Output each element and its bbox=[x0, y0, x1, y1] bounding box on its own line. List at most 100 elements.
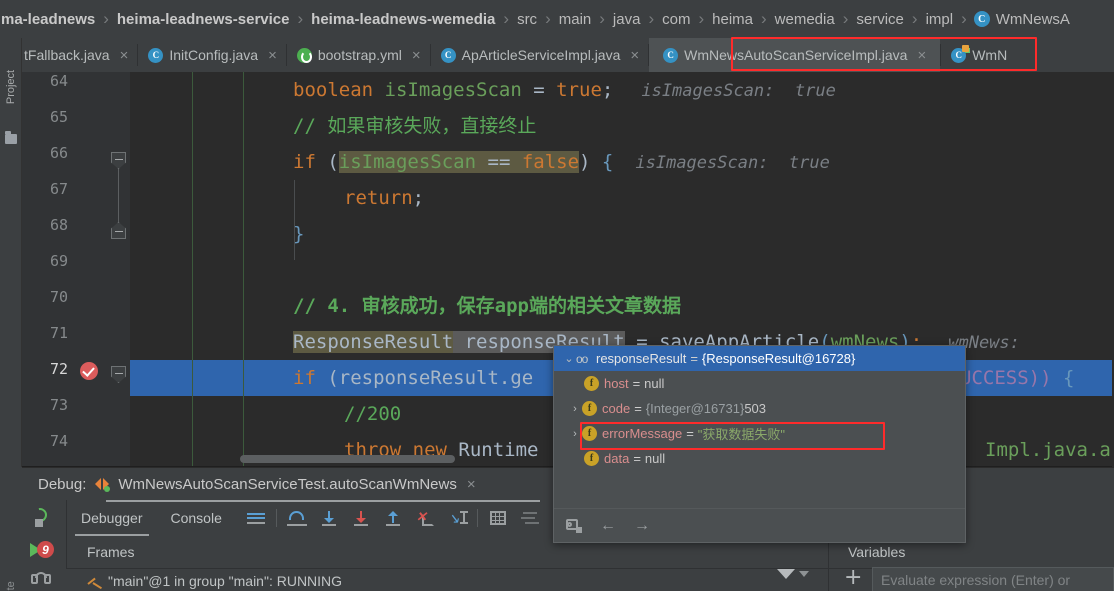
divider bbox=[276, 509, 277, 527]
code-line-74-tail: Impl.java.a bbox=[985, 432, 1111, 467]
step-into-button[interactable] bbox=[313, 500, 345, 536]
code-line-72-tail: UCCESS)) { bbox=[960, 360, 1074, 396]
chevron-right-icon[interactable]: › bbox=[568, 428, 582, 440]
fold-collapse-icon[interactable] bbox=[111, 152, 126, 169]
settings-icon bbox=[521, 511, 539, 525]
tooltip-row-responseresult[interactable]: ⌄ oo responseResult = {ResponseResult@16… bbox=[554, 346, 965, 371]
tab-wmn[interactable]: C WmN bbox=[941, 38, 1017, 72]
tab-bootstrap-yml[interactable]: bootstrap.yml × bbox=[286, 38, 430, 72]
code-line-68: } bbox=[293, 216, 304, 252]
breadcrumb-item-6[interactable]: com bbox=[661, 11, 691, 28]
close-icon[interactable]: × bbox=[268, 48, 277, 63]
variable-value: {ResponseResult@16728} bbox=[701, 351, 856, 366]
variable-name: code bbox=[602, 401, 631, 416]
step-over-button[interactable] bbox=[281, 500, 313, 536]
forward-arrow-icon[interactable]: → bbox=[634, 517, 650, 535]
show-execution-point-button[interactable] bbox=[240, 500, 272, 536]
breakpoint-verified-icon bbox=[80, 362, 98, 380]
breadcrumb-item-1[interactable]: heima-leadnews-service bbox=[116, 11, 291, 28]
evaluate-expression-input[interactable]: Evaluate expression (Enter) or bbox=[872, 567, 1114, 591]
equals-sign: = bbox=[632, 376, 641, 391]
variable-name: errorMessage bbox=[602, 426, 683, 441]
tab-label: tFallback.java bbox=[24, 47, 110, 63]
run-to-cursor-icon: ↘ bbox=[448, 510, 468, 526]
tab-wmnewsautoscanserviceimpl[interactable]: C WmNewsAutoScanServiceImpl.java × bbox=[649, 38, 941, 72]
add-watch-button[interactable]: + bbox=[844, 567, 862, 589]
resume-program-icon[interactable]: 9 bbox=[30, 540, 54, 560]
breadcrumb-item-8[interactable]: wemedia bbox=[774, 11, 836, 28]
breadcrumb-item-0[interactable]: ma-leadnews bbox=[0, 11, 96, 28]
line-number: 66 bbox=[49, 144, 68, 162]
breadcrumb-item-2[interactable]: heima-leadnews-wemedia bbox=[310, 11, 496, 28]
editor-tab-bar: tFallback.java × C InitConfig.java × boo… bbox=[0, 38, 1114, 72]
chevron-down-icon[interactable] bbox=[777, 569, 795, 579]
identifier: isImagesScan bbox=[373, 79, 522, 101]
settings-button[interactable] bbox=[514, 500, 546, 536]
back-arrow-icon[interactable]: ← bbox=[600, 517, 616, 535]
mute-breakpoints-icon[interactable] bbox=[31, 572, 51, 590]
breadcrumb-separator: › bbox=[842, 9, 849, 28]
tool-window-project[interactable]: Project bbox=[0, 42, 22, 132]
equals-sign: = bbox=[686, 426, 694, 441]
brace: { bbox=[1051, 367, 1075, 389]
breadcrumb-item-11[interactable]: WmNewsA bbox=[995, 11, 1071, 28]
comment: // 如果审核失败，直接终止 bbox=[293, 115, 537, 137]
breadcrumb-item-7[interactable]: heima bbox=[711, 11, 754, 28]
breakpoint-marker[interactable] bbox=[80, 362, 102, 384]
fold-collapse-icon[interactable] bbox=[111, 366, 126, 383]
debug-value-tooltip[interactable]: ⌄ oo responseResult = {ResponseResult@16… bbox=[553, 345, 966, 543]
breadcrumb-item-10[interactable]: impl bbox=[925, 11, 955, 28]
evaluate-expression-button[interactable] bbox=[482, 500, 514, 536]
tab-console[interactable]: Console bbox=[157, 500, 236, 536]
breadcrumb-separator: › bbox=[648, 9, 655, 28]
tooltip-row-errormessage[interactable]: › f errorMessage = "获取数据失败" bbox=[554, 421, 965, 446]
evaluate-placeholder: Evaluate expression (Enter) or bbox=[881, 571, 1071, 588]
rerun-icon[interactable] bbox=[30, 505, 51, 527]
step-out-button[interactable] bbox=[377, 500, 409, 536]
tool-window-favorites[interactable]: ite bbox=[0, 567, 22, 591]
frames-thread-selector[interactable] bbox=[777, 569, 809, 579]
line-number: 68 bbox=[49, 216, 68, 234]
tooltip-row-host[interactable]: f host = null bbox=[554, 371, 965, 396]
drop-frame-button[interactable]: ✕ bbox=[409, 500, 441, 536]
class-icon: C bbox=[951, 44, 970, 63]
close-icon[interactable]: × bbox=[630, 48, 639, 63]
thread-frame-row[interactable]: "main"@1 in group "main": RUNNING bbox=[87, 569, 342, 591]
tab-debugger[interactable]: Debugger bbox=[67, 500, 157, 536]
add-to-watches-icon[interactable] bbox=[566, 518, 582, 533]
close-icon[interactable]: × bbox=[412, 48, 421, 63]
fold-expand-icon[interactable] bbox=[111, 222, 126, 239]
breadcrumb-item-4[interactable]: main bbox=[558, 11, 593, 28]
chevron-down-icon[interactable]: ⌄ bbox=[562, 352, 576, 365]
tab-initconfig[interactable]: C InitConfig.java × bbox=[138, 38, 286, 72]
close-icon[interactable]: × bbox=[467, 476, 476, 493]
variable-value: "获取数据失败" bbox=[697, 427, 786, 442]
brace: } bbox=[293, 223, 305, 245]
editor-gutter[interactable]: 64 65 66 67 68 69 70 71 72 73 74 bbox=[22, 72, 130, 467]
tab-label: Debugger bbox=[81, 510, 143, 526]
run-to-cursor-button[interactable]: ↘ bbox=[441, 500, 473, 536]
tooltip-row-data[interactable]: f data = null bbox=[554, 446, 965, 471]
chevron-right-icon[interactable]: › bbox=[568, 403, 582, 415]
chevron-down-small-icon[interactable] bbox=[799, 571, 809, 577]
debug-tabs: Debugger Console bbox=[66, 500, 236, 536]
debug-side-toolbar: 9 bbox=[22, 500, 66, 591]
breadcrumb-item-9[interactable]: service bbox=[855, 11, 905, 28]
editor-horizontal-scrollbar[interactable] bbox=[240, 455, 455, 463]
breadcrumb-item-5[interactable]: java bbox=[612, 11, 642, 28]
run-configuration-icon bbox=[94, 476, 111, 492]
breadcrumb-item-3[interactable]: src bbox=[516, 11, 538, 28]
tab-aparticleserviceimpl[interactable]: C ApArticleServiceImpl.java × bbox=[430, 38, 649, 72]
equals-sign: = bbox=[634, 401, 642, 416]
variable-name: data bbox=[604, 451, 630, 466]
show-execution-point-icon bbox=[247, 511, 265, 525]
breadcrumb-separator: › bbox=[961, 9, 967, 28]
tooltip-row-code[interactable]: › f code = {Integer@16731} 503 bbox=[554, 396, 965, 421]
close-icon[interactable]: × bbox=[917, 48, 926, 63]
equals-sign: = bbox=[690, 351, 698, 366]
close-icon[interactable]: × bbox=[120, 48, 129, 63]
line-number: 73 bbox=[49, 396, 68, 414]
debugger-toolbar: ✕ ↘ bbox=[240, 500, 546, 536]
code-line-73: //200 bbox=[344, 396, 401, 432]
force-step-into-button[interactable] bbox=[345, 500, 377, 536]
